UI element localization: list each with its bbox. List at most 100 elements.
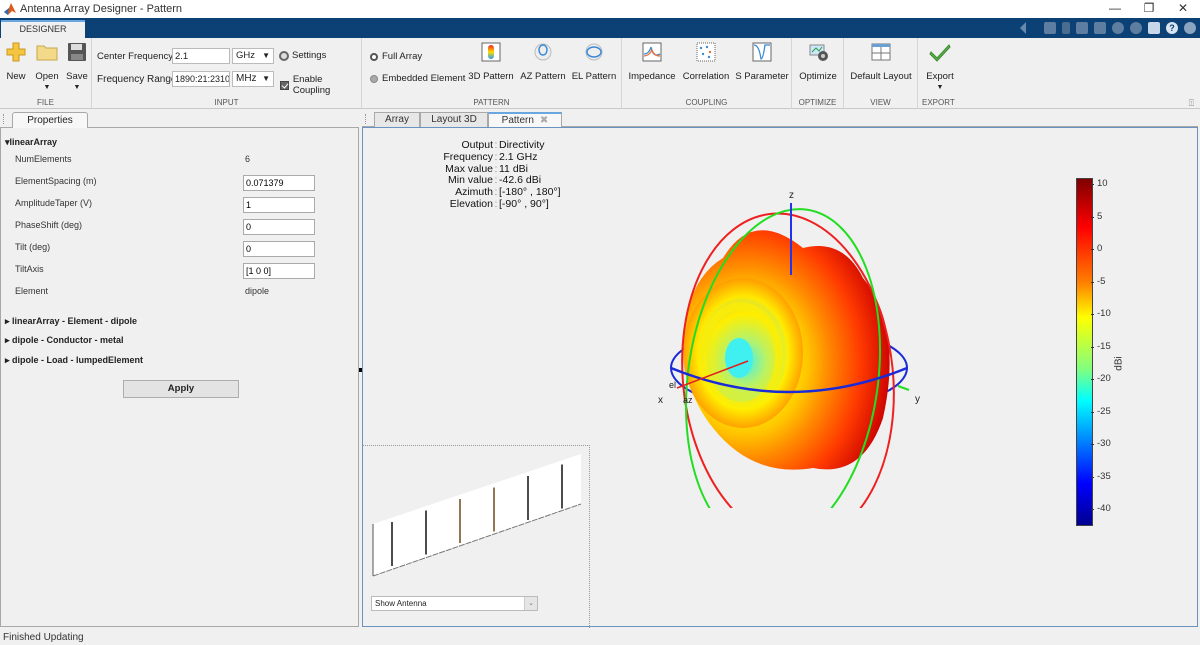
3d-pattern-plot[interactable]: z x y el az — [603, 178, 963, 508]
full-array-label: Full Array — [382, 51, 423, 62]
3d-pattern-button[interactable]: 3D Pattern — [468, 42, 514, 82]
chevron-down-icon: ▼ — [262, 51, 270, 60]
new-button[interactable]: New — [4, 42, 28, 82]
save-icon[interactable] — [1044, 22, 1056, 34]
group-label-input: INPUT — [214, 98, 239, 107]
embedded-element-radio[interactable]: Embedded Element — [370, 73, 465, 84]
s-parameter-button[interactable]: S Parameter — [734, 42, 790, 82]
section-conductor-metal[interactable]: ▸ dipole - Conductor - metal — [5, 335, 124, 346]
save-button[interactable]: Save ▼ — [64, 42, 90, 91]
tab-array[interactable]: Array — [374, 112, 420, 128]
grip-handle-icon[interactable] — [365, 114, 367, 124]
center-frequency-unit-select[interactable]: GHz ▼ — [232, 48, 274, 64]
az-pattern-icon — [534, 43, 552, 61]
3d-pattern-icon — [481, 42, 501, 62]
plus-icon — [6, 42, 26, 62]
export-dropdown-icon[interactable]: ▼ — [920, 84, 960, 91]
section-element-dipole[interactable]: ▸ linearArray - Element - dipole — [5, 316, 137, 327]
prop-label-num-elements: NumElements — [15, 154, 72, 164]
save-dropdown-icon[interactable]: ▼ — [64, 84, 90, 91]
group-pattern: Full Array Embedded Element 3D Pattern A… — [362, 38, 622, 109]
impedance-icon — [642, 42, 662, 62]
optimize-label: Optimize — [799, 71, 837, 82]
copy-icon[interactable] — [1076, 22, 1088, 34]
cut-icon[interactable] — [1062, 22, 1070, 34]
embedded-element-label: Embedded Element — [382, 73, 466, 84]
info-row: Frequency:2.1 GHz — [423, 151, 561, 164]
restore-button[interactable]: ❐ — [1132, 0, 1166, 18]
group-label-optimize: OPTIMIZE — [798, 98, 837, 107]
redo-icon[interactable] — [1130, 22, 1142, 34]
prop-label-phase-shift: PhaseShift (deg) — [15, 220, 83, 230]
colorbar-tick-mark — [1091, 249, 1094, 251]
help-icon[interactable]: ? — [1166, 22, 1178, 34]
apply-button[interactable]: Apply — [123, 380, 239, 398]
colorbar-tick-mark — [1091, 314, 1094, 316]
impedance-button[interactable]: Impedance — [626, 42, 678, 82]
title-bar: Antenna Array Designer - Pattern — ❐ ✕ — [0, 0, 1200, 18]
3d-pattern-label: 3D Pattern — [468, 71, 514, 82]
colorbar-tick-mark — [1091, 509, 1094, 511]
correlation-button[interactable]: Correlation — [680, 42, 732, 82]
pattern-null — [725, 338, 753, 378]
colorbar-tick-label: -25 — [1097, 405, 1111, 417]
grip-handle-icon[interactable] — [3, 114, 5, 124]
section-load-lumped[interactable]: ▸ dipole - Load - lumpedElement — [5, 355, 143, 366]
close-tab-icon[interactable]: ✖ — [540, 115, 548, 126]
collapse-ribbon-icon[interactable]: ⍐ — [1189, 98, 1194, 109]
optimize-button[interactable]: Optimize — [794, 42, 842, 82]
colorbar-tick-mark — [1091, 281, 1094, 283]
center-frequency-input[interactable] — [172, 48, 230, 64]
checkbox-checked-icon — [280, 80, 289, 90]
open-dropdown-icon[interactable]: ▼ — [34, 84, 60, 91]
document-panel: Array Layout 3D Pattern ✖ Output: Directiv… — [362, 110, 1198, 628]
colorbar-tick-mark — [1091, 216, 1094, 218]
colorbar-tick-label: -20 — [1097, 373, 1111, 385]
default-layout-button[interactable]: Default Layout — [848, 42, 914, 82]
layout-icon[interactable] — [1148, 22, 1160, 34]
az-pattern-button[interactable]: AZ Pattern — [518, 42, 568, 82]
tilt-axis-input[interactable] — [243, 263, 315, 279]
y-axis — [897, 385, 910, 391]
section-label: dipole - Conductor - metal — [12, 335, 124, 345]
show-antenna-dropdown[interactable]: Show Antenna ⌄ — [371, 596, 538, 611]
colorbar-tick-mark — [1091, 411, 1094, 413]
close-button[interactable]: ✕ — [1166, 0, 1200, 18]
options-icon[interactable] — [1184, 22, 1196, 34]
full-array-radio[interactable]: Full Array — [370, 51, 422, 62]
y-axis-label: y — [915, 394, 920, 405]
tab-designer[interactable]: DESIGNER — [1, 20, 85, 38]
export-button[interactable]: Export ▼ — [920, 42, 960, 91]
colorbar-tick-label: 5 — [1097, 210, 1103, 222]
prop-value-element: dipole — [245, 286, 270, 296]
el-pattern-button[interactable]: EL Pattern — [570, 42, 618, 82]
properties-body: ▾linearArray NumElements 6 ElementSpacin… — [0, 128, 359, 627]
impedance-label: Impedance — [628, 71, 676, 82]
section-linear-array[interactable]: ▾linearArray — [5, 137, 57, 148]
section-label: linearArray — [9, 137, 58, 147]
window-title: Antenna Array Designer - Pattern — [20, 3, 183, 15]
tab-properties[interactable]: Properties — [12, 112, 88, 129]
tilt-input[interactable] — [243, 241, 315, 257]
open-button[interactable]: Open ▼ — [34, 42, 60, 91]
tab-layout-3d[interactable]: Layout 3D — [420, 112, 488, 128]
settings-button[interactable]: Settings — [279, 50, 326, 61]
matlab-logo-icon — [4, 3, 16, 15]
frequency-range-input[interactable] — [172, 71, 230, 87]
settings-label: Settings — [292, 50, 327, 61]
s-parameter-label: S Parameter — [735, 71, 789, 82]
paste-icon[interactable] — [1094, 22, 1106, 34]
element-spacing-input[interactable] — [243, 175, 315, 191]
frequency-range-unit-select[interactable]: MHz ▼ — [232, 71, 274, 87]
folder-icon — [36, 45, 58, 61]
undo-icon[interactable] — [1112, 22, 1124, 34]
save-label: Save — [66, 71, 88, 82]
layout-grid-icon — [871, 43, 891, 61]
amplitude-taper-input[interactable] — [243, 197, 315, 213]
colorbar-tick-mark — [1091, 346, 1094, 348]
group-optimize: Optimize OPTIMIZE — [792, 38, 844, 109]
group-label-coupling: COUPLING — [685, 98, 728, 107]
minimize-button[interactable]: — — [1098, 0, 1132, 18]
phase-shift-input[interactable] — [243, 219, 315, 235]
enable-coupling-checkbox[interactable]: Enable Coupling — [280, 74, 361, 96]
